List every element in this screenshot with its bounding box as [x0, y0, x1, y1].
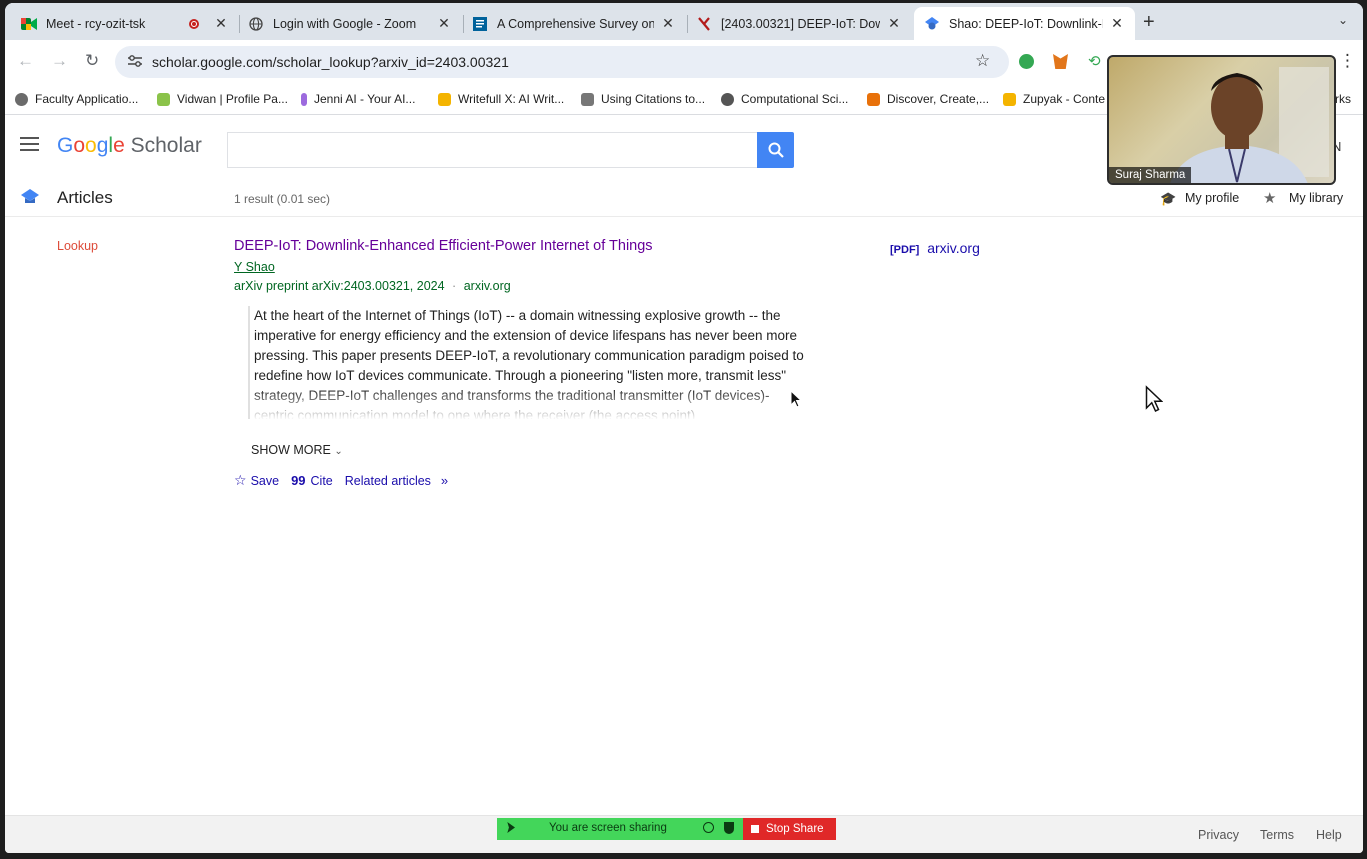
bookmark-favicon-icon	[867, 92, 880, 106]
mouse-cursor-icon	[790, 390, 802, 408]
stop-square-icon	[751, 825, 759, 833]
search-button[interactable]	[757, 132, 794, 168]
bookmark-item[interactable]: Writefull X: AI Writ...	[438, 92, 564, 106]
url-text[interactable]: scholar.google.com/scholar_lookup?arxiv_…	[152, 54, 509, 70]
close-tab-icon[interactable]: ✕	[436, 15, 452, 32]
tab-zoom-login[interactable]: Login with Google - Zoom ✕	[238, 7, 462, 40]
browser-menu-icon[interactable]: ⋮	[1339, 51, 1356, 71]
close-tab-icon[interactable]: ✕	[886, 15, 902, 32]
result-actions: ☆ Save 99 Cite Related articles »	[234, 472, 448, 489]
source-domain: arxiv.org	[463, 279, 511, 293]
bookmark-favicon-icon	[721, 92, 734, 106]
bookmark-item[interactable]: Vidwan | Profile Pa...	[157, 92, 288, 106]
stop-share-button[interactable]: Stop Share	[743, 818, 836, 840]
chevron-down-icon: ⌄	[334, 446, 343, 457]
bookmark-favicon-icon	[581, 92, 594, 106]
screen-sharing-status[interactable]: You are screen sharing	[497, 818, 743, 840]
save-star-icon[interactable]: ☆	[234, 472, 247, 489]
reload-icon[interactable]: ↻	[85, 51, 99, 71]
recording-indicator-icon	[189, 18, 199, 29]
close-tab-icon[interactable]: ✕	[213, 15, 229, 32]
ieee-icon	[472, 16, 488, 32]
tab-arxiv[interactable]: [2403.00321] DEEP-IoT: Dow ✕	[686, 7, 912, 40]
google-meet-icon	[21, 16, 37, 32]
cite-link[interactable]: Cite	[311, 474, 333, 488]
participant-name-label: Suraj Sharma	[1109, 167, 1192, 183]
pause-share-icon[interactable]	[703, 822, 714, 833]
mouse-cursor-icon	[1145, 385, 1163, 413]
result-title-link[interactable]: DEEP-IoT: Downlink-Enhanced Efficient-Po…	[234, 238, 653, 254]
bookmark-item[interactable]: Using Citations to...	[581, 92, 705, 106]
bookmark-favicon-icon	[301, 92, 307, 106]
bookmark-star-icon[interactable]: ☆	[975, 51, 990, 71]
close-tab-icon[interactable]: ✕	[1109, 15, 1125, 32]
result-abstract: At the heart of the Internet of Things (…	[248, 306, 808, 419]
show-more-button[interactable]: SHOW MORE ⌄	[251, 443, 343, 457]
result-count: 1 result (0.01 sec)	[234, 192, 331, 206]
bookmark-favicon-icon	[15, 92, 28, 106]
bookmark-favicon-icon	[157, 92, 170, 106]
globe-icon	[248, 16, 264, 32]
metamask-extension-icon[interactable]	[1053, 54, 1068, 69]
source-separator: ·	[452, 279, 457, 293]
extension-leaf-icon[interactable]: ⟲	[1088, 52, 1101, 70]
my-library-link[interactable]: My library	[1289, 191, 1343, 205]
bookmark-item[interactable]: Discover, Create,...	[867, 92, 989, 106]
my-profile-link[interactable]: My profile	[1185, 191, 1239, 205]
google-scholar-logo[interactable]: Google Scholar	[57, 134, 202, 158]
bookmark-favicon-icon	[438, 92, 451, 106]
close-tab-icon[interactable]: ✕	[660, 15, 676, 32]
participant-video-image	[1170, 67, 1329, 183]
privacy-link[interactable]: Privacy	[1198, 828, 1239, 842]
zoom-share-bar: You are screen sharing Stop Share	[497, 818, 836, 840]
back-arrow-icon[interactable]: ←	[17, 51, 34, 71]
bookmark-item[interactable]: Computational Sci...	[721, 92, 848, 106]
extension-green-icon[interactable]	[1019, 54, 1034, 69]
tab-search-chevron-icon[interactable]: ⌄	[1338, 13, 1348, 27]
bookmark-item[interactable]: Faculty Applicatio...	[15, 92, 138, 106]
hamburger-menu-icon[interactable]	[20, 137, 39, 156]
more-actions-icon[interactable]: »	[441, 473, 448, 488]
tab-meet[interactable]: Meet - rcy-ozit-tsk ✕	[11, 7, 239, 40]
google-scholar-icon	[924, 16, 940, 32]
bookmark-item[interactable]: Jenni AI - Your AI...	[301, 92, 415, 106]
help-link[interactable]: Help	[1316, 828, 1342, 842]
scholar-search-input[interactable]	[227, 132, 758, 168]
related-articles-link[interactable]: Related articles	[345, 474, 431, 488]
tab-strip: Meet - rcy-ozit-tsk ✕ Login with Google …	[5, 3, 1363, 40]
save-link[interactable]: Save	[251, 474, 280, 488]
shield-icon[interactable]	[724, 822, 734, 834]
new-tab-icon[interactable]: +	[1143, 11, 1155, 34]
site-settings-icon[interactable]	[127, 54, 143, 73]
scholar-cap-icon	[21, 189, 39, 210]
author-link[interactable]: Y Shao	[234, 260, 275, 274]
lookup-label[interactable]: Lookup	[57, 239, 98, 253]
mortarboard-icon: 🎓	[1160, 191, 1177, 206]
bookmark-favicon-icon	[1003, 92, 1016, 106]
source-text: arXiv preprint arXiv:2403.00321, 2024	[234, 279, 445, 293]
terms-link[interactable]: Terms	[1260, 828, 1294, 842]
cite-quote-icon[interactable]: 99	[291, 473, 305, 488]
share-arrow-icon	[507, 822, 515, 833]
section-title: Articles	[57, 188, 113, 207]
search-icon	[768, 142, 784, 158]
zoom-video-tile[interactable]: Suraj Sharma	[1107, 55, 1336, 185]
tab-scholar-active[interactable]: Shao: DEEP-IoT: Downlink-En ✕	[914, 7, 1135, 40]
star-icon: ★	[1263, 190, 1277, 207]
result-source: arXiv preprint arXiv:2403.00321, 2024 · …	[234, 279, 511, 293]
arxiv-icon	[696, 16, 712, 32]
all-bookmarks-label[interactable]: rks	[1335, 92, 1351, 106]
forward-arrow-icon[interactable]: →	[51, 51, 68, 71]
bookmark-item[interactable]: Zupyak - Conte	[1003, 92, 1105, 106]
address-bar[interactable]: scholar.google.com/scholar_lookup?arxiv_…	[115, 46, 1009, 78]
tab-ieee-survey[interactable]: A Comprehensive Survey on I ✕	[462, 7, 686, 40]
pdf-link[interactable]: [PDF] arxiv.org	[890, 240, 980, 256]
